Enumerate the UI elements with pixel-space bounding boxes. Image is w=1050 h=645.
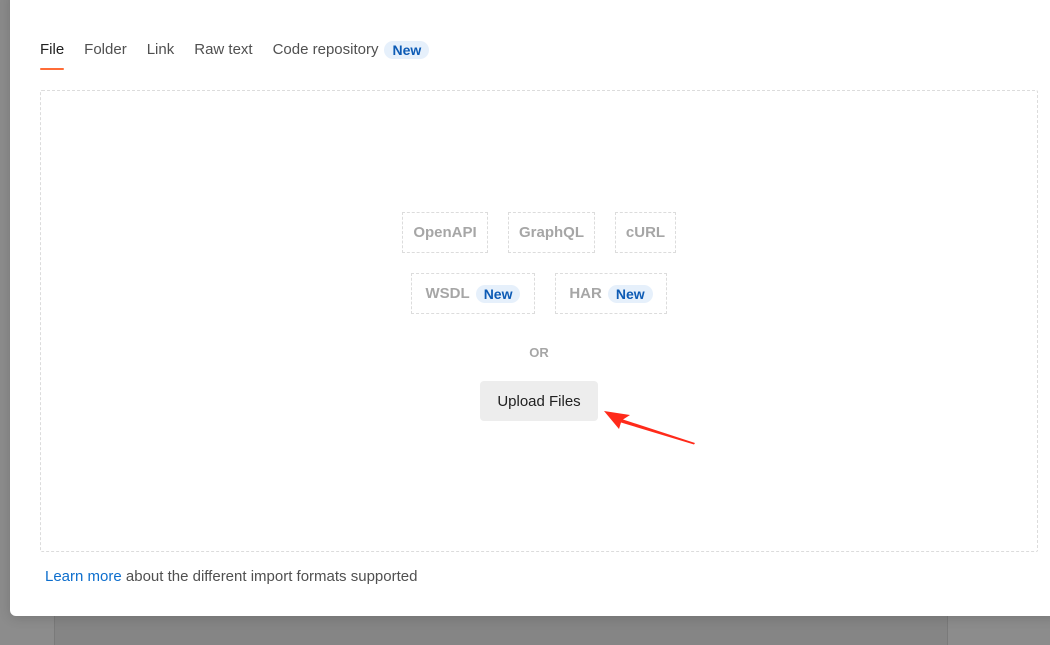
new-badge: New xyxy=(607,284,653,303)
import-formats-note: Learn more about the different import fo… xyxy=(45,568,417,585)
format-chip-har: HAR New xyxy=(555,273,667,314)
format-chip-graphql: GraphQL xyxy=(508,212,595,253)
new-badge: New xyxy=(475,284,521,303)
tab-code-repository[interactable]: Code repository New xyxy=(273,38,430,70)
learn-more-link[interactable]: Learn more xyxy=(45,568,122,585)
format-chip-label: WSDL xyxy=(425,285,470,302)
tab-file[interactable]: File xyxy=(40,38,65,70)
tab-folder-label: Folder xyxy=(84,41,127,58)
or-separator: OR xyxy=(529,345,549,360)
format-chip-label: cURL xyxy=(625,224,666,241)
tab-folder[interactable]: Folder xyxy=(84,38,127,70)
tab-file-label: File xyxy=(40,41,65,58)
format-chip-label: OpenAPI xyxy=(413,224,477,241)
tab-link[interactable]: Link xyxy=(147,38,175,70)
format-chip-openapi: OpenAPI xyxy=(402,212,488,253)
file-dropzone[interactable]: OpenAPI GraphQL cURL WSDL New HAR New OR… xyxy=(40,90,1038,552)
format-chip-label: GraphQL xyxy=(518,224,584,241)
import-tabs: File Folder Link Raw text Code repositor… xyxy=(40,38,449,70)
annotation-arrow-icon xyxy=(604,411,695,445)
upload-files-button[interactable]: Upload Files xyxy=(480,381,598,421)
import-formats-note-text: about the different import formats suppo… xyxy=(121,568,418,585)
tab-raw-text[interactable]: Raw text xyxy=(194,38,252,70)
import-modal: File Folder Link Raw text Code repositor… xyxy=(10,0,1050,616)
format-chip-label: HAR xyxy=(569,285,602,302)
format-chip-wsdl: WSDL New xyxy=(411,273,535,314)
new-badge: New xyxy=(384,41,430,59)
tab-link-label: Link xyxy=(146,41,175,58)
tab-code-repository-label: Code repository xyxy=(272,41,379,58)
format-chip-curl: cURL xyxy=(615,212,676,253)
tab-raw-text-label: Raw text xyxy=(194,41,253,58)
